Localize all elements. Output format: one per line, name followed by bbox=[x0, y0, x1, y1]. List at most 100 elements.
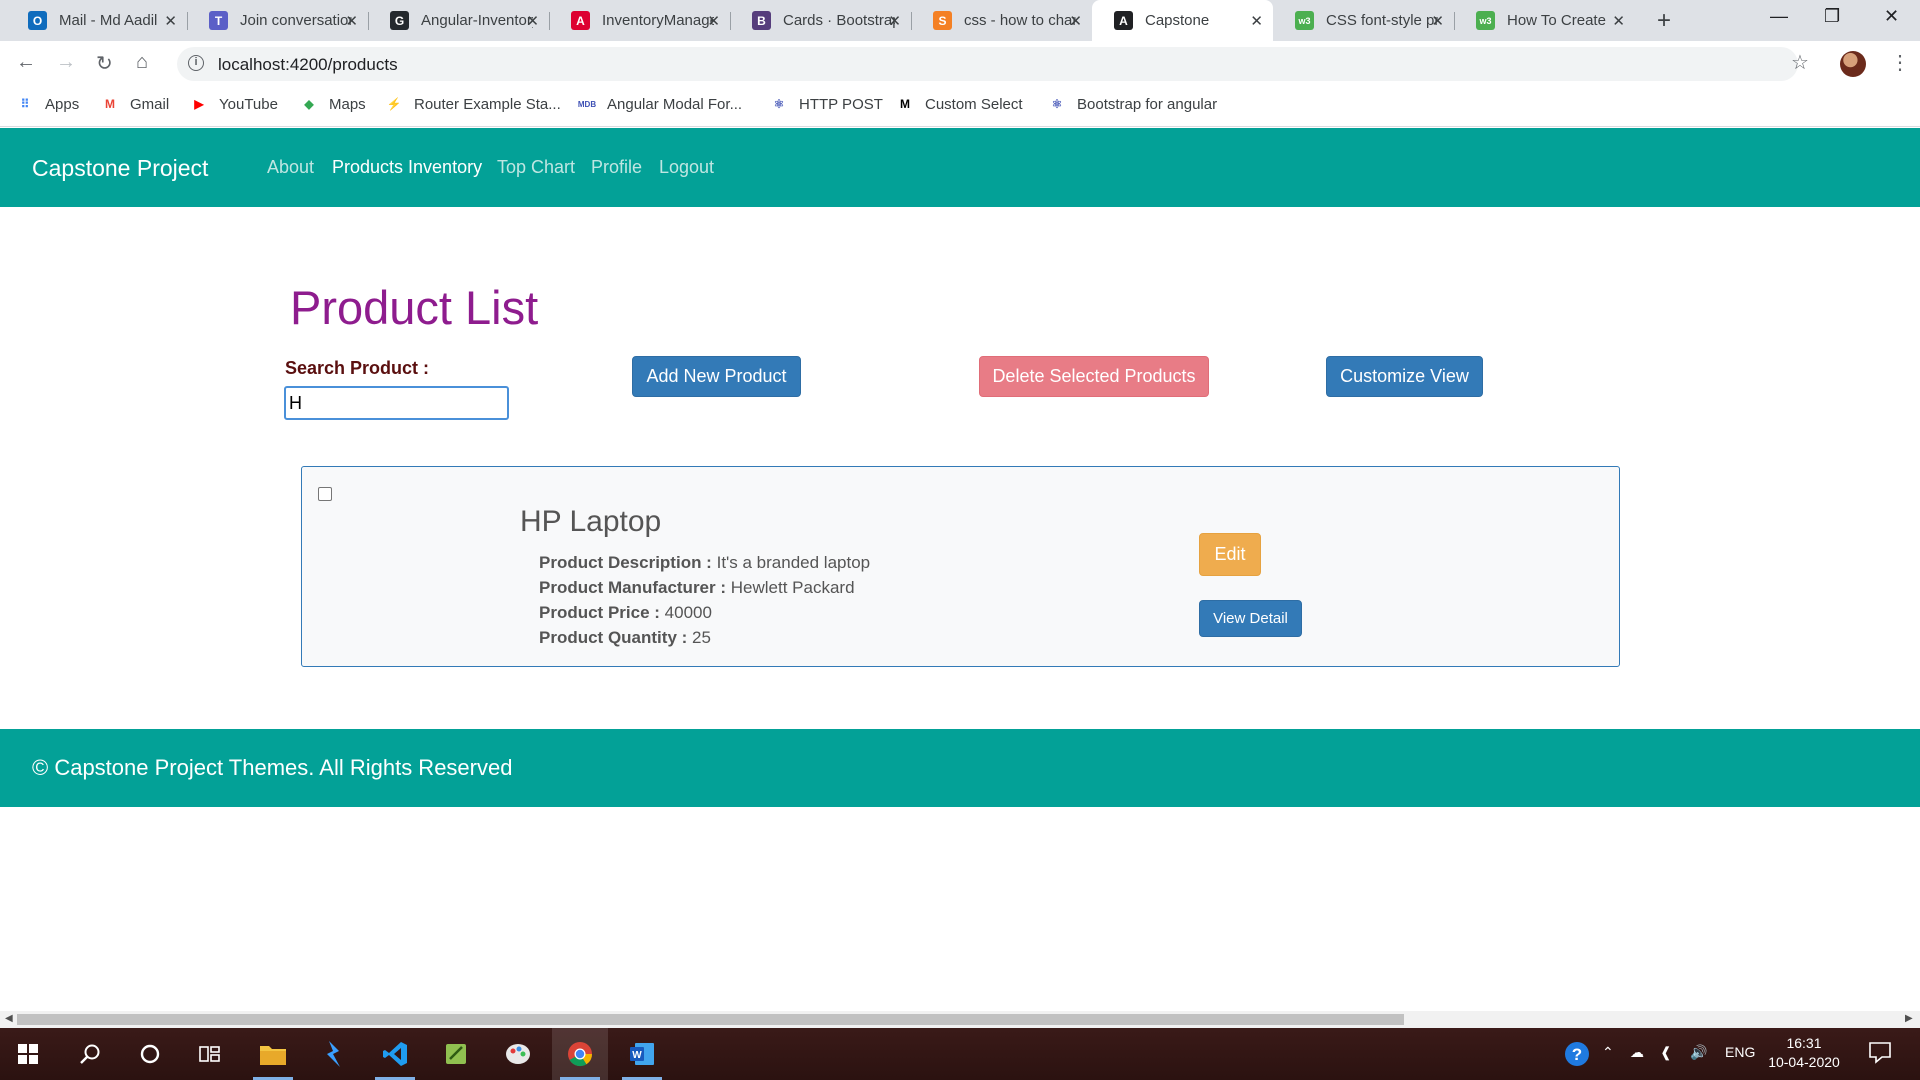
nav-link-profile[interactable]: Profile bbox=[591, 157, 642, 178]
volume-icon[interactable]: 🔊 bbox=[1690, 1044, 1707, 1061]
scroll-right-icon[interactable]: ▶ bbox=[1905, 1013, 1913, 1024]
view-detail-button[interactable]: View Detail bbox=[1199, 600, 1302, 637]
tab-close-icon[interactable]: ✕ bbox=[345, 12, 358, 30]
word-icon[interactable]: W bbox=[614, 1028, 670, 1080]
nav-link-about[interactable]: About bbox=[267, 157, 314, 178]
back-icon[interactable]: ← bbox=[16, 51, 36, 74]
browser-tab[interactable]: O Mail - Md Aadil ✕ bbox=[6, 0, 187, 41]
tab-close-icon[interactable]: ✕ bbox=[1250, 12, 1263, 30]
reload-icon[interactable]: ↻ bbox=[96, 51, 113, 76]
browser-tab[interactable]: Scss - how to change✕ bbox=[911, 0, 1092, 41]
angular-icon: A bbox=[1114, 11, 1133, 30]
tab-close-icon[interactable]: ✕ bbox=[888, 12, 901, 30]
browser-tab[interactable]: w3 How To Create ✕ bbox=[1454, 0, 1635, 41]
bookmark-item[interactable]: ⠿ Apps bbox=[16, 95, 80, 113]
bookmark-label: Maps bbox=[329, 95, 366, 113]
tray-expand-icon[interactable]: ⌃ bbox=[1602, 1044, 1614, 1061]
bookmark-item[interactable]: ⚛ Bootstrap for angular bbox=[1048, 95, 1217, 113]
nav-link-logout[interactable]: Logout bbox=[659, 157, 714, 178]
tab-title: css - how to change bbox=[964, 12, 1076, 29]
browser-tab[interactable]: w3 CSS font-style property✕ bbox=[1273, 0, 1454, 41]
search-input[interactable] bbox=[284, 386, 509, 420]
angular-icon: A bbox=[571, 11, 590, 30]
browser-menu-icon[interactable]: ⋮ bbox=[1890, 50, 1910, 75]
tab-close-icon[interactable]: ✕ bbox=[1431, 12, 1444, 30]
svg-text:W: W bbox=[632, 1050, 642, 1061]
tab-title: Join conversation bbox=[240, 12, 352, 29]
browser-tab[interactable]: A InventoryManagement✕ bbox=[549, 0, 730, 41]
bookmarks-bar: ⠿ Apps M Gmail ▶ YouTube ◆ Maps ⚡ Router Example … bbox=[0, 87, 1920, 127]
add-new-product-button[interactable]: Add New Product bbox=[632, 356, 801, 397]
app-navbar: Capstone Project About Products Inventor… bbox=[0, 128, 1920, 207]
task-view-icon[interactable] bbox=[182, 1028, 238, 1080]
product-quantity-label: Product Quantity : bbox=[539, 628, 688, 647]
file-explorer-icon[interactable] bbox=[245, 1028, 301, 1080]
tab-close-icon[interactable]: ✕ bbox=[707, 12, 720, 30]
scroll-left-icon[interactable]: ◀ bbox=[5, 1013, 13, 1024]
address-bar[interactable]: i localhost:4200/products bbox=[177, 47, 1798, 81]
bookmark-item[interactable]: ▶ YouTube bbox=[190, 95, 278, 113]
bookmark-label: Bootstrap for angular bbox=[1077, 95, 1218, 113]
medium-icon: M bbox=[900, 97, 910, 111]
language-indicator[interactable]: ENG bbox=[1725, 1044, 1755, 1060]
onedrive-icon[interactable]: ☁ bbox=[1630, 1044, 1644, 1061]
notepad-plus-icon[interactable] bbox=[428, 1028, 484, 1080]
horizontal-scrollbar[interactable]: ◀ ▶ bbox=[0, 1011, 1920, 1028]
youtube-icon: ▶ bbox=[194, 97, 204, 111]
close-window-button[interactable]: ✕ bbox=[1884, 6, 1899, 27]
browser-tab[interactable]: G Angular-Inventory ✕ bbox=[368, 0, 549, 41]
gmail-icon: M bbox=[105, 97, 115, 111]
bookmark-item[interactable]: ⚡ Router Example Sta... bbox=[385, 95, 561, 113]
address-url[interactable]: localhost:4200/products bbox=[218, 55, 398, 75]
site-info-icon[interactable]: i bbox=[188, 55, 204, 71]
teams-icon: T bbox=[209, 11, 228, 30]
nav-link-products-inventory[interactable]: Products Inventory bbox=[332, 157, 482, 178]
help-icon[interactable]: ? bbox=[1563, 1040, 1591, 1071]
product-quantity-value: 25 bbox=[692, 628, 711, 647]
home-icon[interactable]: ⌂ bbox=[136, 51, 148, 74]
outlook-icon: O bbox=[28, 11, 47, 30]
bookmark-item[interactable]: M Custom Select bbox=[896, 95, 1023, 113]
product-description-label: Product Description : bbox=[539, 553, 712, 572]
customize-view-button[interactable]: Customize View bbox=[1326, 356, 1483, 397]
bookmark-star-icon[interactable]: ☆ bbox=[1791, 50, 1809, 75]
browser-tab[interactable]: B Cards · Bootstrap ✕ bbox=[730, 0, 911, 41]
bookmark-item[interactable]: ⚛ HTTP POST bbox=[770, 95, 883, 113]
scrollbar-thumb[interactable] bbox=[17, 1014, 1404, 1025]
windows-start-icon[interactable] bbox=[0, 1028, 56, 1080]
tab-close-icon[interactable]: ✕ bbox=[164, 12, 177, 30]
bookmark-item[interactable]: MDB Angular Modal For... bbox=[578, 95, 742, 113]
tab-title: CSS font-style property bbox=[1326, 12, 1438, 29]
mdb-icon: MDB bbox=[577, 99, 597, 109]
cortana-icon[interactable] bbox=[122, 1028, 178, 1080]
product-manufacturer-label: Product Manufacturer : bbox=[539, 578, 727, 597]
windows-taskbar: W ? ⌃ ☁ ❰ 🔊 ENG 16:31 10-04-2020 bbox=[0, 1028, 1920, 1080]
tab-close-icon[interactable]: ✕ bbox=[526, 12, 539, 30]
browser-tab[interactable]: T Join conversation ✕ bbox=[187, 0, 368, 41]
browser-tab[interactable]: A Capstone ✕ bbox=[1092, 0, 1273, 41]
nav-link-top-chart[interactable]: Top Chart bbox=[497, 157, 575, 178]
chrome-icon[interactable] bbox=[552, 1028, 608, 1080]
maximize-button[interactable]: ❐ bbox=[1824, 6, 1840, 27]
bookmark-item[interactable]: M Gmail bbox=[101, 95, 169, 113]
action-center-icon[interactable] bbox=[1868, 1040, 1892, 1067]
new-tab-button[interactable]: + bbox=[1657, 7, 1671, 35]
navbar-brand[interactable]: Capstone Project bbox=[32, 155, 208, 182]
paint-icon[interactable] bbox=[490, 1028, 546, 1080]
power-automate-icon[interactable] bbox=[306, 1028, 362, 1080]
app-footer: © Capstone Project Themes. All Rights Re… bbox=[0, 729, 1920, 807]
system-clock[interactable]: 16:31 10-04-2020 bbox=[1768, 1034, 1840, 1072]
product-select-checkbox[interactable] bbox=[318, 487, 332, 501]
search-icon[interactable] bbox=[62, 1028, 118, 1080]
bookmark-item[interactable]: ◆ Maps bbox=[300, 95, 366, 113]
vscode-icon[interactable] bbox=[367, 1028, 423, 1080]
wifi-icon[interactable]: ❰ bbox=[1660, 1044, 1672, 1061]
tab-close-icon[interactable]: ✕ bbox=[1069, 12, 1082, 30]
bookmark-label: Custom Select bbox=[925, 95, 1023, 113]
edit-product-button[interactable]: Edit bbox=[1199, 533, 1261, 576]
forward-icon[interactable]: → bbox=[56, 51, 76, 74]
tab-close-icon[interactable]: ✕ bbox=[1612, 12, 1625, 30]
profile-avatar[interactable] bbox=[1840, 51, 1866, 77]
delete-selected-products-button[interactable]: Delete Selected Products bbox=[979, 356, 1209, 397]
minimize-button[interactable]: — bbox=[1770, 6, 1788, 27]
